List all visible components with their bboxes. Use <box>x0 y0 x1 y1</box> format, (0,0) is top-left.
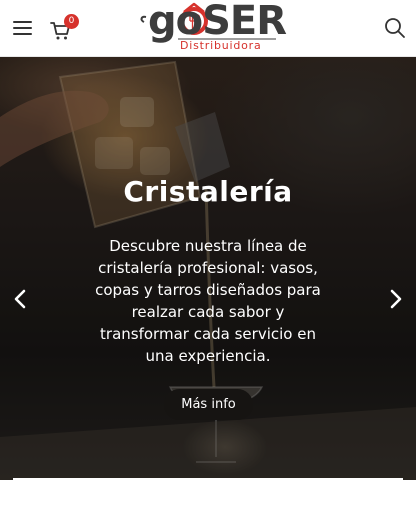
hero-title: Cristalería <box>123 175 293 208</box>
cart-button[interactable]: 0 <box>50 14 79 42</box>
hero-description: Descubre nuestra línea de cristalería pr… <box>95 237 321 365</box>
slider-prev-button[interactable] <box>10 287 30 311</box>
slider-next-button[interactable] <box>386 287 406 311</box>
chevron-left-icon <box>14 289 26 309</box>
search-button[interactable] <box>384 17 406 39</box>
site-logo[interactable]: goSER Distribuidora <box>138 0 287 54</box>
cart-count-badge: 0 <box>64 14 79 29</box>
chevron-right-icon <box>390 289 402 309</box>
more-info-button[interactable]: Más info <box>164 389 253 420</box>
hamburger-menu-icon[interactable] <box>12 18 34 38</box>
content-card <box>13 478 403 516</box>
logo-wordmark: goSER <box>148 0 287 44</box>
hero-slider: Cristalería Descubre nuestra línea de cr… <box>0 57 416 480</box>
search-icon <box>385 18 405 38</box>
site-header: 0 goSER Distribuidora <box>0 0 416 57</box>
logo-subtitle: Distribuidora <box>180 39 262 52</box>
